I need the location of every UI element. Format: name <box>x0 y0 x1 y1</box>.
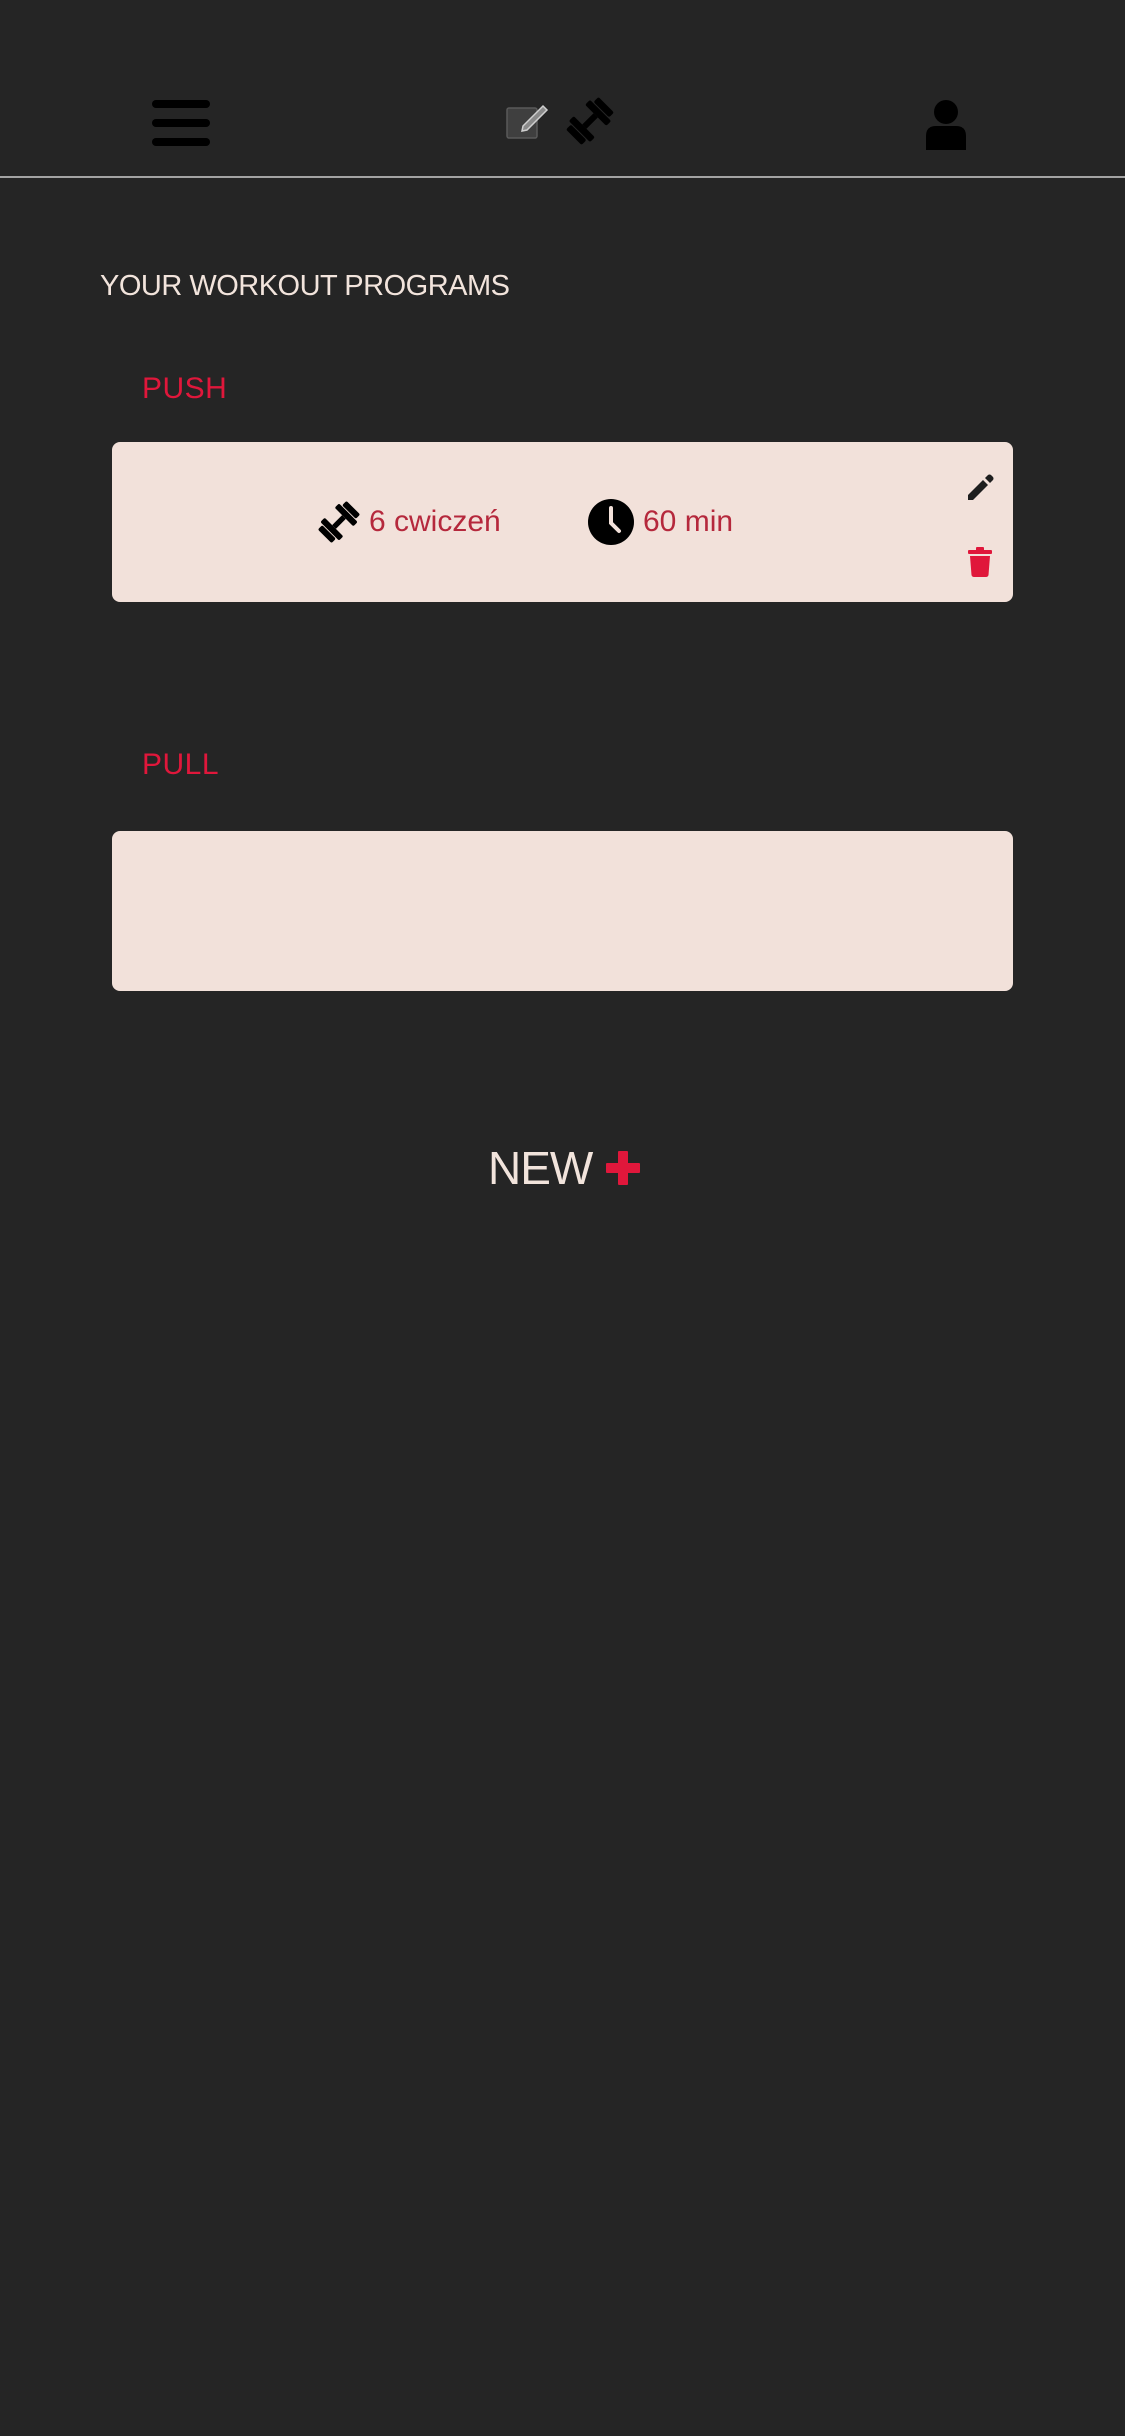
user-icon[interactable] <box>924 100 968 150</box>
trash-icon[interactable] <box>967 547 993 577</box>
exercise-count-label: 6 cwiczeń <box>369 505 501 538</box>
page: YOUR WORKOUT PROGRAMS PUSH 6 cwiczeń 60 … <box>0 0 1125 2436</box>
duration: 60 min <box>587 442 733 602</box>
top-bar <box>0 0 1125 178</box>
program-card-push[interactable]: 6 cwiczeń 60 min <box>112 442 1013 602</box>
program-card-pull[interactable] <box>112 831 1013 991</box>
hamburger-menu-icon[interactable] <box>152 100 210 146</box>
new-program-button[interactable]: NEW <box>488 1140 641 1196</box>
page-title: YOUR WORKOUT PROGRAMS <box>100 270 510 302</box>
exercise-count: 6 cwiczeń <box>317 442 501 602</box>
menu-line <box>152 100 210 108</box>
new-program-label: NEW <box>488 1142 593 1194</box>
program-title-push[interactable]: PUSH <box>142 372 227 406</box>
clock-icon <box>588 499 634 545</box>
edit-note-icon[interactable] <box>505 100 549 140</box>
edit-icon[interactable] <box>965 473 995 503</box>
nav-icons <box>505 96 615 146</box>
duration-label: 60 min <box>643 505 734 538</box>
plus-icon <box>606 1151 641 1185</box>
program-title-pull[interactable]: PULL <box>142 748 219 782</box>
dumbbell-icon <box>318 501 360 543</box>
menu-line <box>152 138 210 146</box>
dumbbell-icon[interactable] <box>565 96 615 146</box>
menu-line <box>152 119 210 127</box>
